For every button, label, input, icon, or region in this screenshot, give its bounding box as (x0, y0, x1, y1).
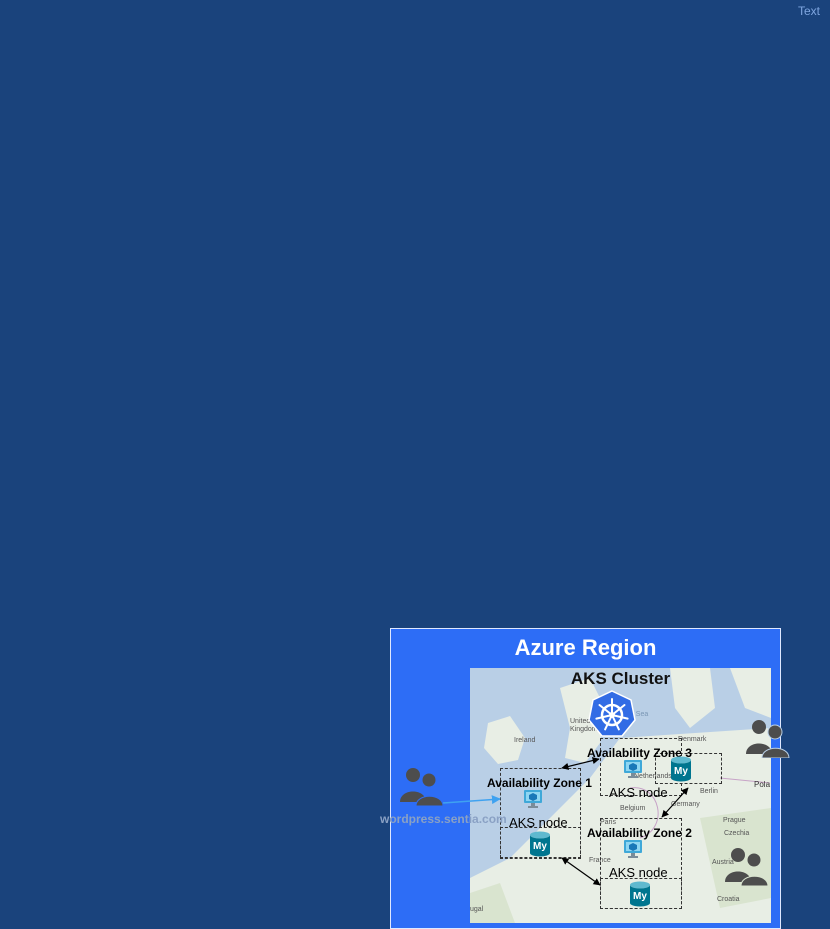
users-icon (725, 848, 769, 886)
users-icon (746, 720, 790, 758)
users-icon (400, 768, 444, 806)
wordpress-url: wordpress.sentia.com (380, 812, 507, 826)
